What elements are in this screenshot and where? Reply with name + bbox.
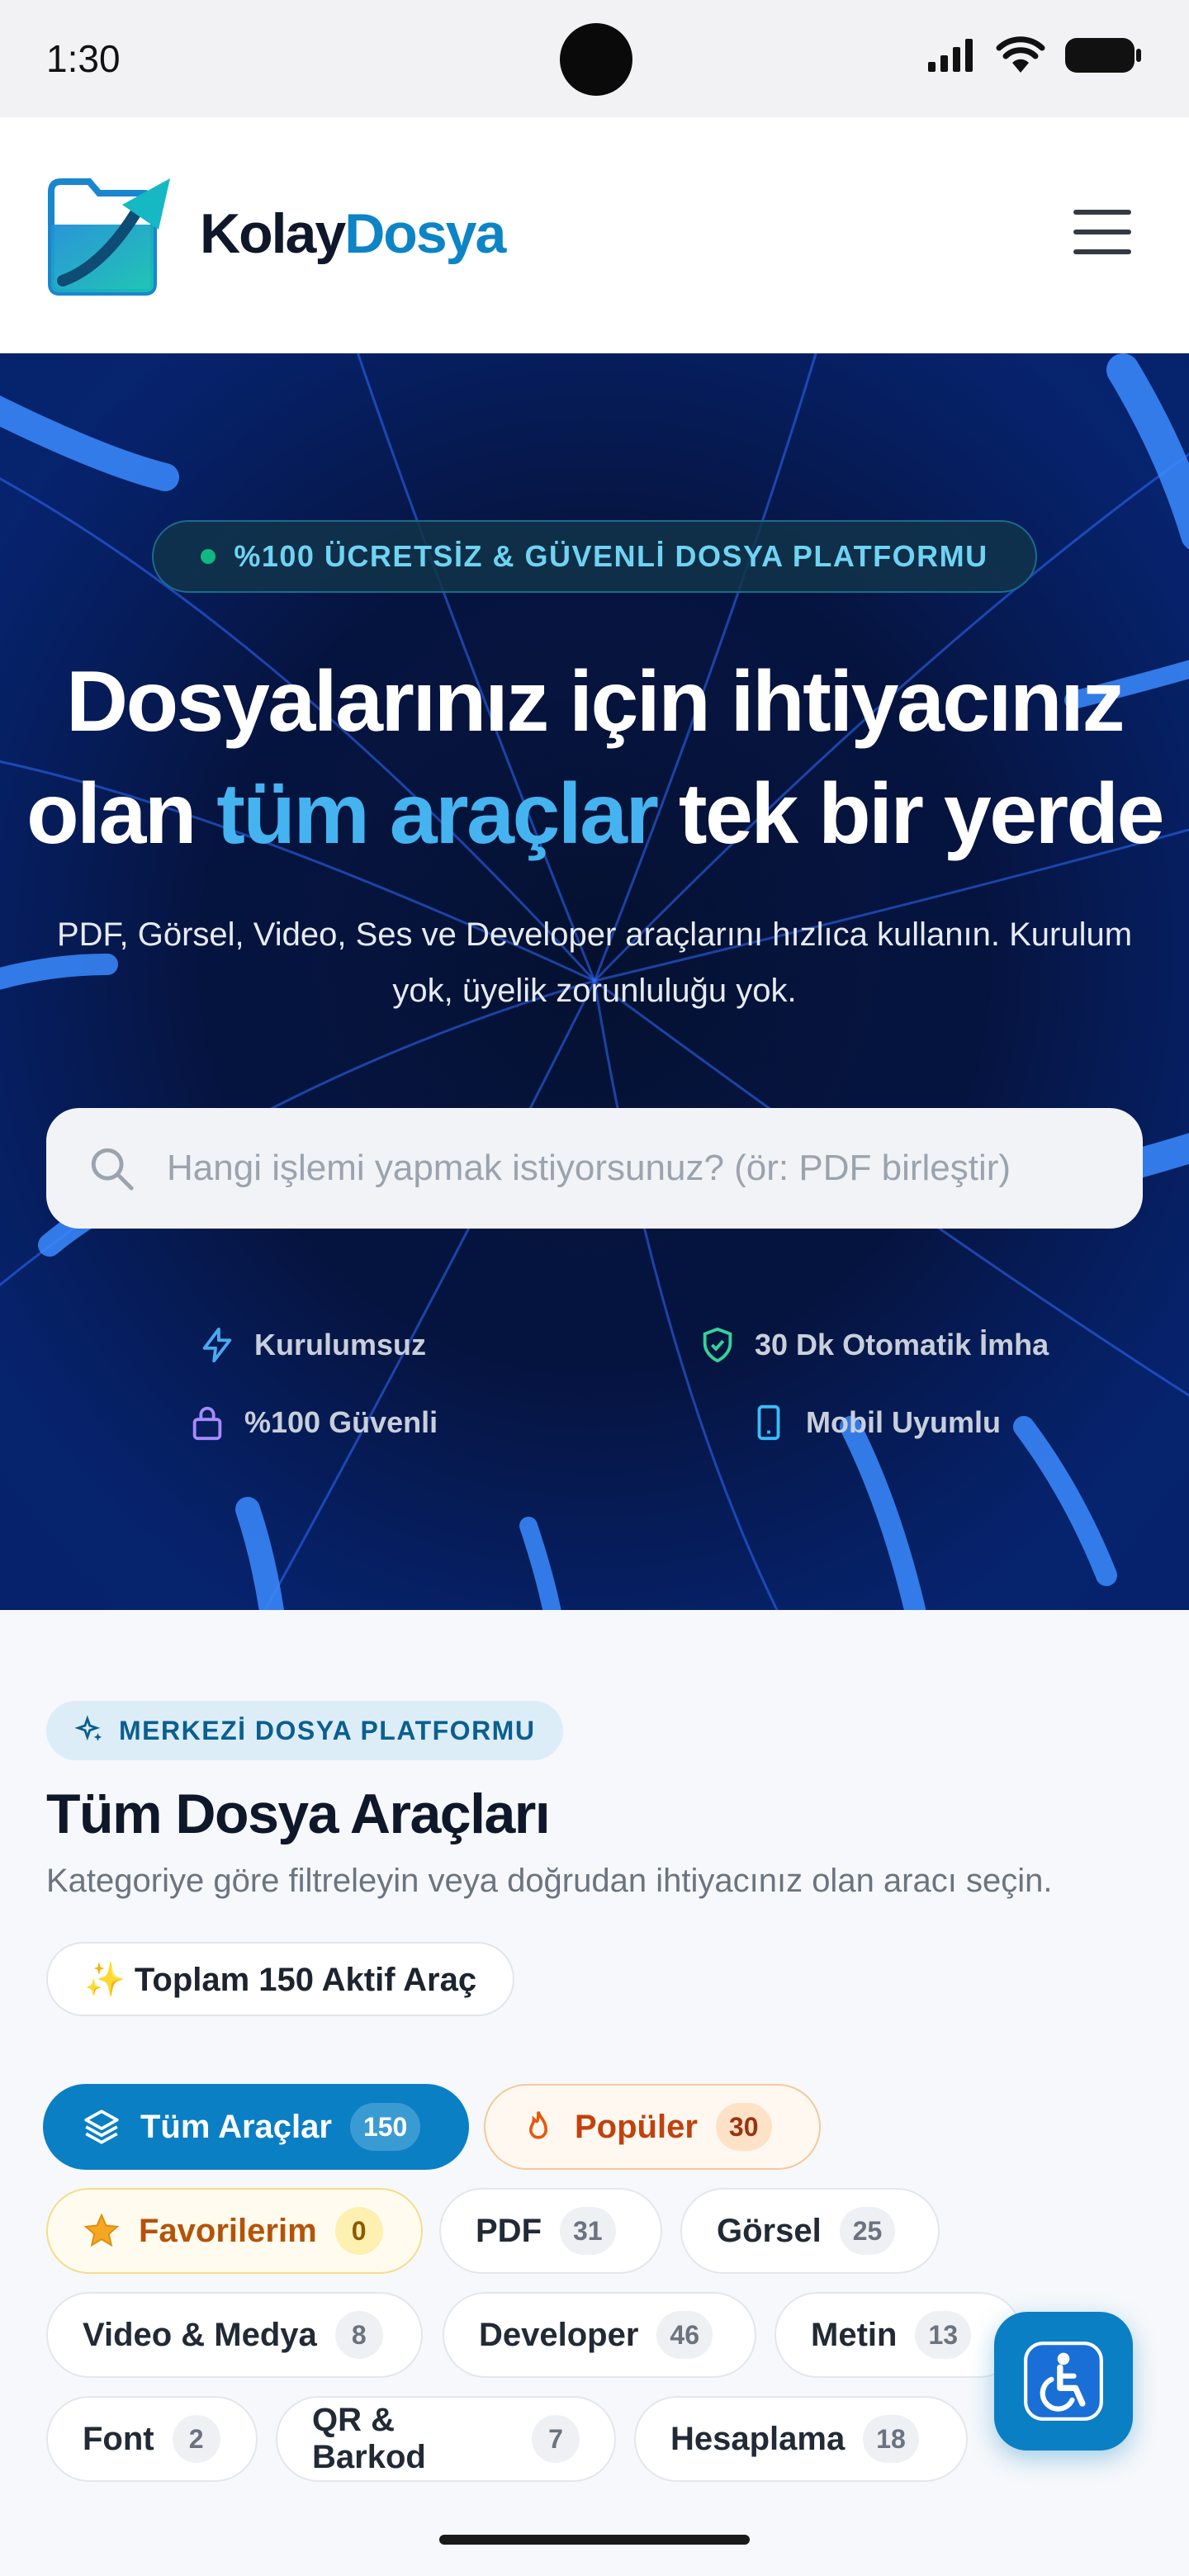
brand-name-part1: Kolay bbox=[200, 202, 346, 265]
brand-logo-text[interactable]: KolayDosya bbox=[200, 201, 506, 266]
hero-badge-text: %100 ÜCRETSİZ & GÜVENLİ DOSYA PLATFORMU bbox=[234, 539, 988, 573]
category-calculation[interactable]: Hesaplama 18 bbox=[634, 2396, 968, 2482]
feature-auto-delete: 30 Dk Otomatik İmha bbox=[699, 1326, 1049, 1364]
search-bar[interactable] bbox=[46, 1108, 1143, 1229]
chip-count: 0 bbox=[334, 2207, 383, 2255]
search-icon bbox=[91, 1148, 134, 1191]
category-qr-barcode[interactable]: QR & Barkod 7 bbox=[276, 2396, 616, 2482]
category-all-tools[interactable]: Tüm Araçlar 150 bbox=[43, 2084, 469, 2170]
chip-count: 30 bbox=[715, 2103, 772, 2151]
chip-label: Metin bbox=[811, 2316, 898, 2353]
hamburger-menu-icon[interactable] bbox=[1073, 210, 1131, 259]
total-tools-badge: ✨ Toplam 150 Aktif Araç bbox=[46, 1942, 515, 2016]
hero-title-line2: olan tüm araçlar tek bir yerde bbox=[0, 758, 1189, 870]
star-icon bbox=[83, 2213, 120, 2247]
hero-title-accent: tüm araçlar bbox=[216, 766, 659, 862]
hero-title-post: tek bir yerde bbox=[656, 766, 1165, 862]
chip-count: 8 bbox=[334, 2311, 383, 2359]
layers-icon bbox=[84, 2110, 119, 2144]
wifi-icon bbox=[996, 36, 1045, 73]
camera-cutout bbox=[560, 23, 632, 96]
sparkles-icon bbox=[74, 1715, 102, 1741]
smartphone-icon bbox=[757, 1404, 780, 1441]
chip-count: 18 bbox=[863, 2415, 919, 2463]
flame-icon bbox=[528, 2111, 548, 2139]
wheelchair-icon bbox=[1024, 2342, 1103, 2421]
hero-title: Dosyalarınız için ihtiyacınız olan tüm a… bbox=[0, 646, 1189, 870]
site-header: KolayDosya bbox=[0, 117, 1189, 353]
feature-label: Mobil Uyumlu bbox=[806, 1405, 1001, 1439]
hero-section: %100 ÜCRETSİZ & GÜVENLİ DOSYA PLATFORMU … bbox=[0, 353, 1189, 1610]
accessibility-button[interactable] bbox=[994, 2312, 1133, 2451]
home-indicator bbox=[439, 2535, 750, 2545]
brand-name-part2: Dosya bbox=[344, 202, 506, 265]
category-video-media[interactable]: Video & Medya 8 bbox=[46, 2292, 423, 2378]
chip-count: 2 bbox=[172, 2415, 220, 2463]
status-dot-icon bbox=[201, 549, 216, 564]
lightning-icon bbox=[202, 1327, 232, 1363]
battery-icon bbox=[1065, 38, 1141, 73]
chip-label: Tüm Araçlar bbox=[140, 2108, 332, 2145]
hero-title-line1: Dosyalarınız için ihtiyacınız bbox=[66, 654, 1125, 750]
chip-label: Popüler bbox=[575, 2108, 698, 2145]
category-favorites[interactable]: Favorilerim 0 bbox=[46, 2188, 423, 2274]
hero-subtitle: PDF, Görsel, Video, Ses ve Developer ara… bbox=[56, 916, 1133, 1009]
hero-title-pre: olan bbox=[26, 766, 217, 862]
category-font[interactable]: Font 2 bbox=[46, 2396, 258, 2482]
chip-count: 25 bbox=[839, 2207, 896, 2255]
section-tag: MERKEZİ DOSYA PLATFORMU bbox=[46, 1701, 564, 1760]
chip-label: Video & Medya bbox=[83, 2316, 317, 2353]
section-tag-text: MERKEZİ DOSYA PLATFORMU bbox=[119, 1715, 536, 1745]
search-input[interactable] bbox=[167, 1148, 1075, 1189]
chip-label: Hesaplama bbox=[670, 2420, 846, 2457]
category-text[interactable]: Metin 13 bbox=[775, 2292, 1022, 2378]
feature-label: %100 Güvenli bbox=[244, 1405, 438, 1439]
signal-icon bbox=[928, 39, 973, 72]
status-icons bbox=[926, 36, 1143, 74]
section-description: Kategoriye göre filtreleyin veya doğruda… bbox=[46, 1863, 1053, 1899]
lock-icon bbox=[192, 1406, 222, 1441]
shield-check-icon bbox=[703, 1327, 732, 1363]
category-developer[interactable]: Developer 46 bbox=[443, 2292, 756, 2378]
feature-kurulumsuz: Kurulumsuz bbox=[198, 1326, 426, 1364]
section-title: Tüm Dosya Araçları bbox=[46, 1783, 551, 1845]
chip-label: QR & Barkod bbox=[312, 2402, 426, 2475]
hero-badge: %100 ÜCRETSİZ & GÜVENLİ DOSYA PLATFORMU bbox=[152, 520, 1037, 593]
category-pdf[interactable]: PDF 31 bbox=[439, 2188, 662, 2274]
category-popular[interactable]: Popüler 30 bbox=[484, 2084, 821, 2170]
feature-label: Kurulumsuz bbox=[254, 1328, 427, 1361]
category-image[interactable]: Görsel 25 bbox=[680, 2188, 940, 2274]
chip-label: PDF bbox=[476, 2212, 542, 2249]
chip-label: Favorilerim bbox=[139, 2212, 317, 2249]
chip-count: 7 bbox=[532, 2415, 580, 2463]
chip-label: Font bbox=[83, 2420, 154, 2457]
chip-count: 150 bbox=[349, 2103, 421, 2151]
feature-label: 30 Dk Otomatik İmha bbox=[755, 1328, 1049, 1361]
feature-mobile: Mobil Uyumlu bbox=[750, 1404, 1001, 1442]
chip-count: 13 bbox=[915, 2311, 972, 2359]
status-time: 1:30 bbox=[46, 37, 121, 80]
status-bar: 1:30 bbox=[0, 0, 1189, 117]
feature-secure: %100 Güvenli bbox=[188, 1404, 438, 1442]
chip-label: Görsel bbox=[717, 2212, 822, 2249]
chip-count: 31 bbox=[560, 2207, 616, 2255]
chip-label: Developer bbox=[479, 2316, 639, 2353]
chip-count: 46 bbox=[656, 2311, 713, 2359]
logo-icon[interactable] bbox=[46, 175, 172, 296]
